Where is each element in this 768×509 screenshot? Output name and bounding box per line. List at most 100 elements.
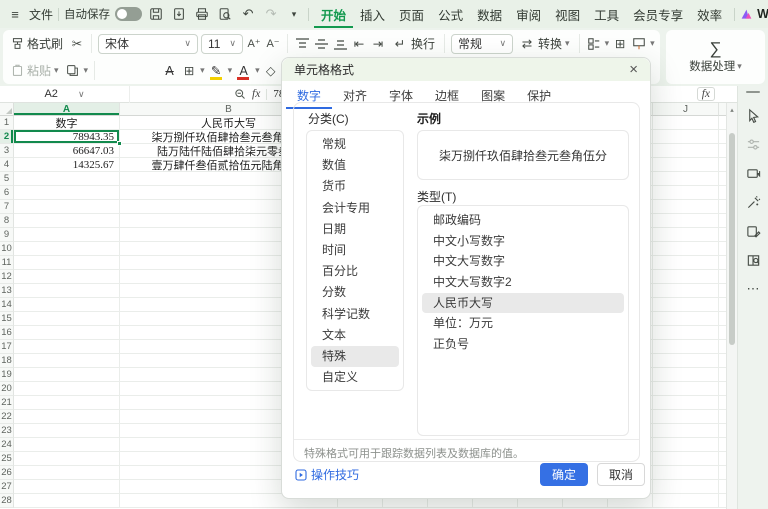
cell-A23[interactable] [14, 424, 120, 438]
ok-button[interactable]: 确定 [540, 463, 588, 486]
cell-A2[interactable]: 78943.35 [14, 130, 120, 144]
type-item[interactable]: 单位：万元 [422, 313, 624, 334]
cancel-button[interactable]: 取消 [597, 463, 645, 486]
cell-J10[interactable] [653, 242, 719, 256]
row-header-19[interactable]: 19 [0, 368, 14, 382]
menu-tab-开始[interactable]: 开始 [314, 1, 353, 28]
print-preview-icon[interactable] [216, 5, 234, 23]
row-header-7[interactable]: 7 [0, 200, 14, 214]
cell-J8[interactable] [653, 214, 719, 228]
row-header-3[interactable]: 3 [0, 144, 14, 158]
cell-A22[interactable] [14, 410, 120, 424]
cell-A17[interactable] [14, 340, 120, 354]
cut-icon[interactable]: ✂ [69, 36, 85, 52]
save-icon[interactable] [147, 5, 165, 23]
row-header-1[interactable]: 1 [0, 116, 14, 130]
increase-indent-icon[interactable]: ⇥ [370, 36, 386, 52]
menu-tab-视图[interactable]: 视图 [548, 1, 587, 28]
font-name-select[interactable]: 宋体∨ [98, 34, 198, 54]
row-header-26[interactable]: 26 [0, 466, 14, 480]
cell-A12[interactable] [14, 270, 120, 284]
row-header-27[interactable]: 27 [0, 480, 14, 494]
row-header-5[interactable]: 5 [0, 172, 14, 186]
cell-J1[interactable] [653, 116, 719, 130]
cell-A3[interactable]: 66647.03 [14, 144, 120, 158]
column-header-J[interactable]: J [653, 103, 719, 116]
italic-button[interactable] [121, 62, 138, 80]
row-header-13[interactable]: 13 [0, 284, 14, 298]
row-header-12[interactable]: 12 [0, 270, 14, 284]
vertical-scrollbar[interactable]: ▴ [726, 103, 737, 509]
cell-A20[interactable] [14, 382, 120, 396]
paste-button[interactable]: 粘贴 ▾ [8, 61, 62, 80]
type-item[interactable]: 人民币大写 [422, 293, 624, 314]
cell-A6[interactable] [14, 186, 120, 200]
menu-tab-页面[interactable]: 页面 [392, 1, 431, 28]
data-process-button[interactable]: ∑ 数据处理 ▾ [666, 30, 765, 84]
menu-tab-公式[interactable]: 公式 [431, 1, 470, 28]
select-all-corner[interactable] [0, 103, 14, 116]
cell-A19[interactable] [14, 368, 120, 382]
type-item[interactable]: 正负号 [422, 334, 624, 355]
highlight-color-icon[interactable]: ✎ [208, 62, 225, 80]
app-menu-burger-icon[interactable]: ≡ [6, 5, 24, 23]
cell-J17[interactable] [653, 340, 719, 354]
bold-button[interactable] [101, 62, 118, 80]
increase-font-button[interactable]: A⁺ [246, 36, 262, 52]
type-item[interactable]: 邮政编码 [422, 210, 624, 231]
row-header-16[interactable]: 16 [0, 326, 14, 340]
freeze-panes-icon[interactable]: ⊞ [612, 36, 628, 52]
wrap-text-button[interactable]: ↵ 换行 [389, 34, 438, 53]
smart-toolbox-icon[interactable] [744, 193, 762, 211]
cell-A8[interactable] [14, 214, 120, 228]
cell-J25[interactable] [653, 452, 719, 466]
strikethrough-button[interactable]: A [161, 62, 178, 80]
cell-A27[interactable] [14, 480, 120, 494]
cell-A1[interactable]: 数字 [14, 116, 120, 130]
reference-search-icon[interactable] [744, 251, 762, 269]
scrollbar-thumb[interactable] [729, 133, 735, 345]
cell-A13[interactable] [14, 284, 120, 298]
row-header-28[interactable]: 28 [0, 494, 14, 508]
row-header-21[interactable]: 21 [0, 396, 14, 410]
category-item[interactable]: 常规 [311, 134, 399, 155]
menu-tab-会员专享[interactable]: 会员专享 [626, 1, 690, 28]
quick-access-chevron-icon[interactable]: ▾ [285, 5, 303, 23]
cell-A9[interactable] [14, 228, 120, 242]
row-header-2[interactable]: 2 [0, 130, 14, 144]
row-header-15[interactable]: 15 [0, 312, 14, 326]
cell-A15[interactable] [14, 312, 120, 326]
cell-J24[interactable] [653, 438, 719, 452]
scroll-up-icon[interactable]: ▴ [727, 103, 737, 116]
fx-panel-toggle[interactable]: fx [697, 87, 715, 101]
cell-J22[interactable] [653, 410, 719, 424]
category-item[interactable]: 货币 [311, 176, 399, 197]
row-header-17[interactable]: 17 [0, 340, 14, 354]
cell-J3[interactable] [653, 144, 719, 158]
selection-pane-icon[interactable] [744, 164, 762, 182]
cell-J18[interactable] [653, 354, 719, 368]
menu-tab-效率[interactable]: 效率 [690, 1, 729, 28]
magnifier-icon[interactable] [234, 88, 246, 100]
borders-icon[interactable]: ⊞ [181, 63, 197, 79]
copy-icon[interactable] [65, 63, 81, 79]
cell-J2[interactable] [653, 130, 719, 144]
dialog-close-icon[interactable]: × [629, 62, 638, 77]
row-header-18[interactable]: 18 [0, 354, 14, 368]
underline-button[interactable] [141, 62, 158, 80]
dialog-header[interactable]: 单元格格式 × [282, 58, 650, 81]
convert-button[interactable]: ⇄ 转换 ▾ [516, 34, 573, 53]
category-item[interactable]: 数值 [311, 155, 399, 176]
row-header-6[interactable]: 6 [0, 186, 14, 200]
cell-A4[interactable]: 14325.67 [14, 158, 120, 172]
menu-tab-数据[interactable]: 数据 [470, 1, 509, 28]
row-header-22[interactable]: 22 [0, 410, 14, 424]
category-item[interactable]: 特殊 [311, 346, 399, 367]
row-header-25[interactable]: 25 [0, 452, 14, 466]
cell-J28[interactable] [653, 494, 719, 508]
decrease-font-button[interactable]: A⁻ [265, 36, 281, 52]
export-icon[interactable] [170, 5, 188, 23]
cell-J20[interactable] [653, 382, 719, 396]
insert-function-icon[interactable]: fx [252, 88, 260, 100]
cell-J21[interactable] [653, 396, 719, 410]
